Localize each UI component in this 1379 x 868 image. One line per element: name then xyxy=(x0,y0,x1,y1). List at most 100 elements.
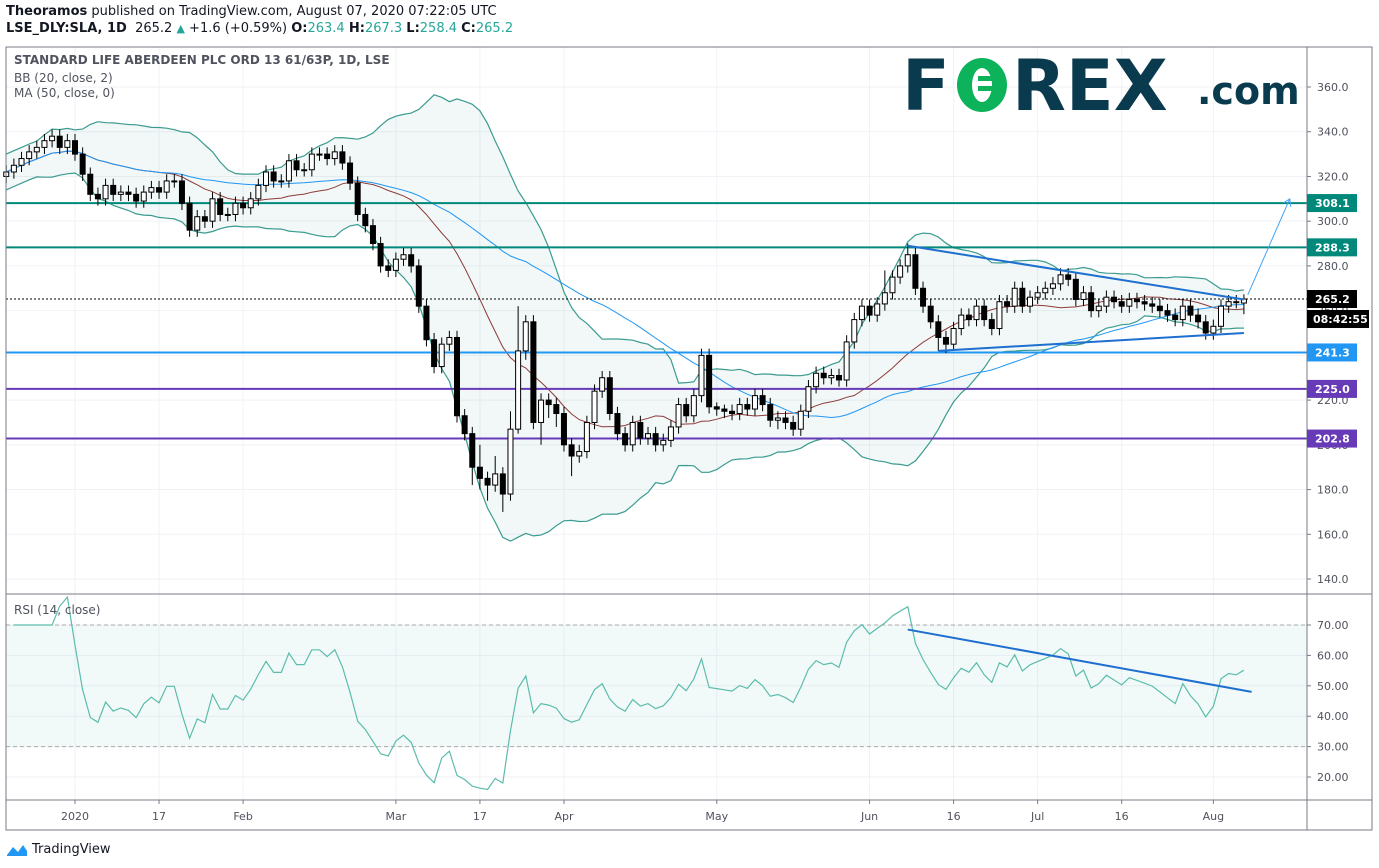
x-tick-label: May xyxy=(705,810,728,823)
candle-body xyxy=(851,319,858,343)
rsi-tick-label: 40.00 xyxy=(1317,710,1349,723)
candle-body xyxy=(606,377,613,415)
chart-title: STANDARD LIFE ABERDEEN PLC ORD 13 61/63P… xyxy=(14,53,390,67)
candle-body xyxy=(1027,296,1033,307)
candle-body xyxy=(660,439,667,446)
indicator-legend: BB (20, close, 2) xyxy=(14,71,113,85)
rsi-tick-label: 70.00 xyxy=(1317,619,1349,632)
tradingview-brand: TradingView xyxy=(32,842,111,857)
rsi-tick-label: 60.00 xyxy=(1317,649,1349,662)
candle-body xyxy=(1133,298,1140,303)
candle xyxy=(912,248,919,295)
candle-body xyxy=(614,413,621,435)
logo-o-bar xyxy=(978,86,996,91)
candle-body xyxy=(782,417,789,423)
candle-body xyxy=(828,374,835,379)
candle-body xyxy=(912,254,919,289)
y-tick-label: 280.0 xyxy=(1317,260,1349,273)
candle-body xyxy=(339,151,346,164)
candle-body xyxy=(1095,305,1102,312)
price-chart[interactable]: F REX .com STANDARD LIFE ABERDEEN PLC ORD 1… xyxy=(0,0,1379,868)
candle-body xyxy=(392,258,399,271)
candle-body xyxy=(950,328,957,345)
x-tick-label: 2020 xyxy=(61,810,89,823)
candle-body xyxy=(232,202,239,215)
candle-body xyxy=(247,198,254,209)
candle-body xyxy=(64,140,71,148)
candle-body xyxy=(996,301,1003,330)
candle-body xyxy=(553,404,560,415)
candle-body xyxy=(1049,283,1056,289)
candle-body xyxy=(1042,287,1049,294)
candle-body xyxy=(652,433,659,446)
candle-body xyxy=(1225,301,1232,307)
tradingview-logo-icon xyxy=(7,844,27,856)
candle-body xyxy=(843,341,850,381)
x-tick-label: Aug xyxy=(1203,810,1224,823)
y-tick-label: 300.0 xyxy=(1317,215,1349,228)
rsi-tick-label: 50.00 xyxy=(1317,680,1349,693)
candle-body xyxy=(576,451,583,457)
candle-body xyxy=(759,395,766,406)
candle-body xyxy=(1004,301,1011,307)
candle-body xyxy=(1103,296,1110,307)
candle-body xyxy=(79,153,86,175)
candle-body xyxy=(515,350,522,430)
candle-body xyxy=(1210,325,1217,334)
candle-body xyxy=(774,417,781,421)
candle-body xyxy=(942,336,949,345)
candle-body xyxy=(637,421,644,439)
candle-body xyxy=(156,187,163,193)
candle-body xyxy=(645,433,651,439)
candle xyxy=(706,348,713,414)
candle-body xyxy=(698,354,705,397)
level-tag: 308.1 xyxy=(1315,197,1350,210)
candle-body xyxy=(201,216,208,222)
candle-body xyxy=(354,182,361,215)
candle-body xyxy=(736,404,743,415)
candle-body xyxy=(927,305,934,323)
candle-body xyxy=(217,198,224,215)
x-tick-label: 16 xyxy=(947,810,961,823)
bar-countdown: 08:42:55 xyxy=(1313,313,1368,326)
candle-body xyxy=(263,171,269,186)
candle-body xyxy=(988,319,995,330)
candle-body xyxy=(1195,314,1202,323)
candle-body xyxy=(110,184,117,195)
candle-body xyxy=(820,372,827,379)
candle-body xyxy=(690,395,697,417)
candle-body xyxy=(706,354,713,408)
forex-logo: F REX .com xyxy=(902,45,1300,127)
candle-body xyxy=(1179,305,1186,321)
candle-body xyxy=(904,254,911,267)
candle-body xyxy=(920,287,927,307)
candle-body xyxy=(522,321,529,352)
candle-body xyxy=(751,395,758,410)
candle-body xyxy=(813,372,820,388)
candle-body xyxy=(1111,296,1118,303)
logo-com: .com xyxy=(1197,69,1300,113)
candle-body xyxy=(1019,287,1026,307)
candle-body xyxy=(408,254,415,267)
candle-body xyxy=(72,140,78,155)
candle-body xyxy=(530,321,537,423)
candle-body xyxy=(874,303,881,316)
candle-body xyxy=(1065,274,1072,280)
x-tick-label: 17 xyxy=(152,810,166,823)
candle-body xyxy=(270,171,277,182)
candle xyxy=(530,315,537,430)
candle xyxy=(560,406,567,452)
candle xyxy=(415,259,422,313)
candle-body xyxy=(400,254,407,260)
candle-body xyxy=(1118,301,1125,307)
candle-body xyxy=(1218,305,1224,327)
candle xyxy=(698,348,705,403)
candle-body xyxy=(469,433,476,468)
y-tick-label: 140.0 xyxy=(1317,573,1349,586)
y-tick-label: 360.0 xyxy=(1317,81,1349,94)
candle-body xyxy=(476,466,483,479)
candle-body xyxy=(897,265,904,278)
candle-body xyxy=(26,151,33,160)
logo-o-hole xyxy=(972,68,992,102)
candle-body xyxy=(492,473,499,486)
